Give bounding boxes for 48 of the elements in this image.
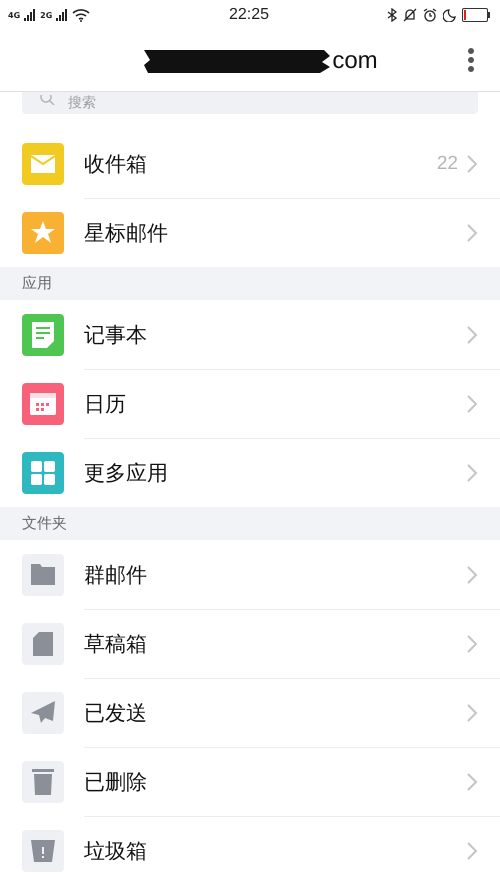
more-icon[interactable] [468, 48, 474, 72]
chevron-icon [466, 841, 478, 861]
section-title: 应用 [22, 274, 52, 293]
menu-item[interactable]: 收件箱 [84, 150, 437, 178]
note-icon [32, 322, 54, 348]
menu-item[interactable]: 星标邮件 [84, 219, 466, 247]
battery-icon [462, 8, 490, 22]
section-title: 文件夹 [22, 514, 67, 533]
folder-icon [31, 564, 55, 585]
bin-icon [31, 840, 55, 862]
chevron-icon [466, 703, 478, 723]
trash-icon [32, 768, 54, 794]
chevron-icon [466, 223, 478, 243]
chevron-icon [466, 394, 478, 414]
chevron-icon [466, 324, 478, 344]
chevron-icon [466, 564, 478, 584]
alarm-icon [422, 8, 437, 22]
menu-item[interactable]: 垃圾箱 [84, 837, 466, 865]
search-field[interactable]: 搜索 [22, 92, 478, 114]
muted-bell-icon [402, 8, 417, 22]
wifi-icon [72, 8, 90, 22]
menu-item[interactable]: 更多应用 [84, 459, 466, 487]
bluetooth-icon [386, 8, 397, 22]
menu-item[interactable]: 已发送 [84, 699, 466, 727]
signal-icon [56, 9, 68, 21]
menu-item[interactable]: 草稿箱 [84, 630, 466, 658]
chevron-icon [466, 463, 478, 483]
search-icon [40, 95, 56, 105]
menu-item[interactable]: 日历 [84, 390, 466, 418]
star-icon [31, 221, 55, 244]
envelope-icon [31, 154, 55, 172]
grid-icon [31, 460, 55, 484]
status-time: 22:25 [228, 6, 270, 24]
unread-count: 22 [436, 152, 458, 174]
chevron-icon [466, 772, 478, 792]
calendar-icon [30, 392, 56, 414]
signal-icon [24, 9, 36, 21]
paper-plane-icon [31, 700, 55, 724]
network-label: 2G [40, 10, 52, 20]
chevron-icon [466, 634, 478, 654]
network-label: 4G [8, 10, 20, 20]
menu-item[interactable]: 已删除 [84, 768, 466, 796]
account-title: com [332, 46, 378, 74]
chevron-icon [466, 154, 478, 174]
menu-item[interactable]: 群邮件 [84, 560, 466, 588]
document-icon [33, 632, 53, 656]
menu-item[interactable]: 记事本 [84, 320, 466, 348]
moon-icon [442, 8, 456, 22]
